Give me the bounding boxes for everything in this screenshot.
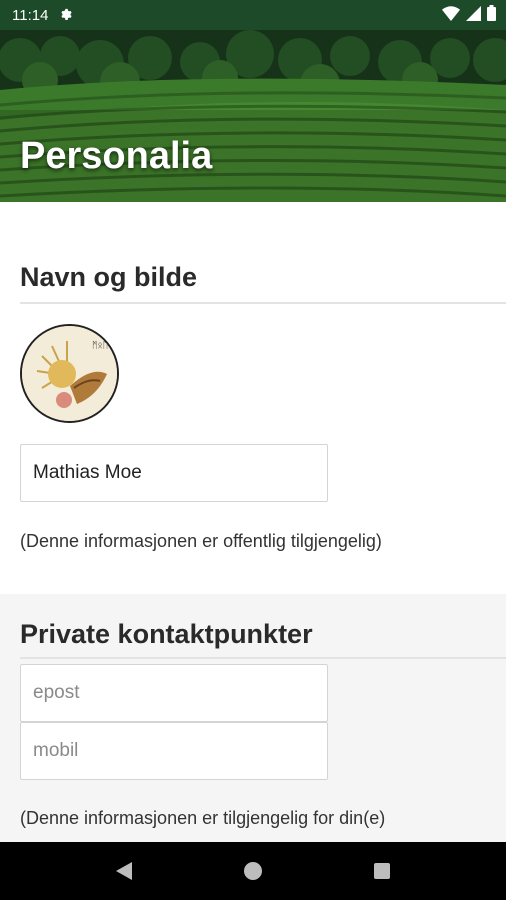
section-title-contacts: Private kontaktpunkter	[20, 619, 313, 649]
avatar-image: ᛗᛟᛖ	[22, 326, 117, 421]
battery-icon	[487, 5, 496, 25]
recents-button[interactable]	[362, 851, 402, 891]
status-right	[442, 5, 496, 25]
back-icon	[116, 862, 133, 880]
divider	[20, 657, 506, 659]
name-field[interactable]	[20, 444, 328, 502]
wifi-icon	[442, 5, 460, 25]
status-left: 11:14	[12, 6, 73, 24]
svg-text:ᛗᛟᛖ: ᛗᛟᛖ	[92, 340, 108, 350]
name-public-info: (Denne informasjonen er offentlig tilgje…	[20, 531, 382, 551]
gear-icon	[58, 6, 73, 24]
home-icon	[243, 862, 262, 880]
section-title-name: Navn og bilde	[20, 262, 198, 292]
mobile-field[interactable]	[20, 722, 328, 780]
contacts-info: (Denne informasjonen er tilgjengelig for…	[20, 808, 386, 828]
home-button[interactable]	[233, 851, 273, 891]
navigation-bar	[0, 842, 506, 900]
divider	[20, 302, 506, 304]
signal-icon	[466, 5, 481, 25]
header-banner: Personalia	[0, 30, 506, 202]
recents-icon	[373, 863, 390, 879]
status-time: 11:14	[12, 6, 49, 24]
avatar[interactable]: ᛗᛟᛖ	[20, 324, 119, 423]
email-field[interactable]	[20, 664, 328, 722]
status-bar: 11:14	[0, 0, 506, 30]
back-button[interactable]	[104, 851, 144, 891]
page-title: Personalia	[20, 135, 213, 177]
